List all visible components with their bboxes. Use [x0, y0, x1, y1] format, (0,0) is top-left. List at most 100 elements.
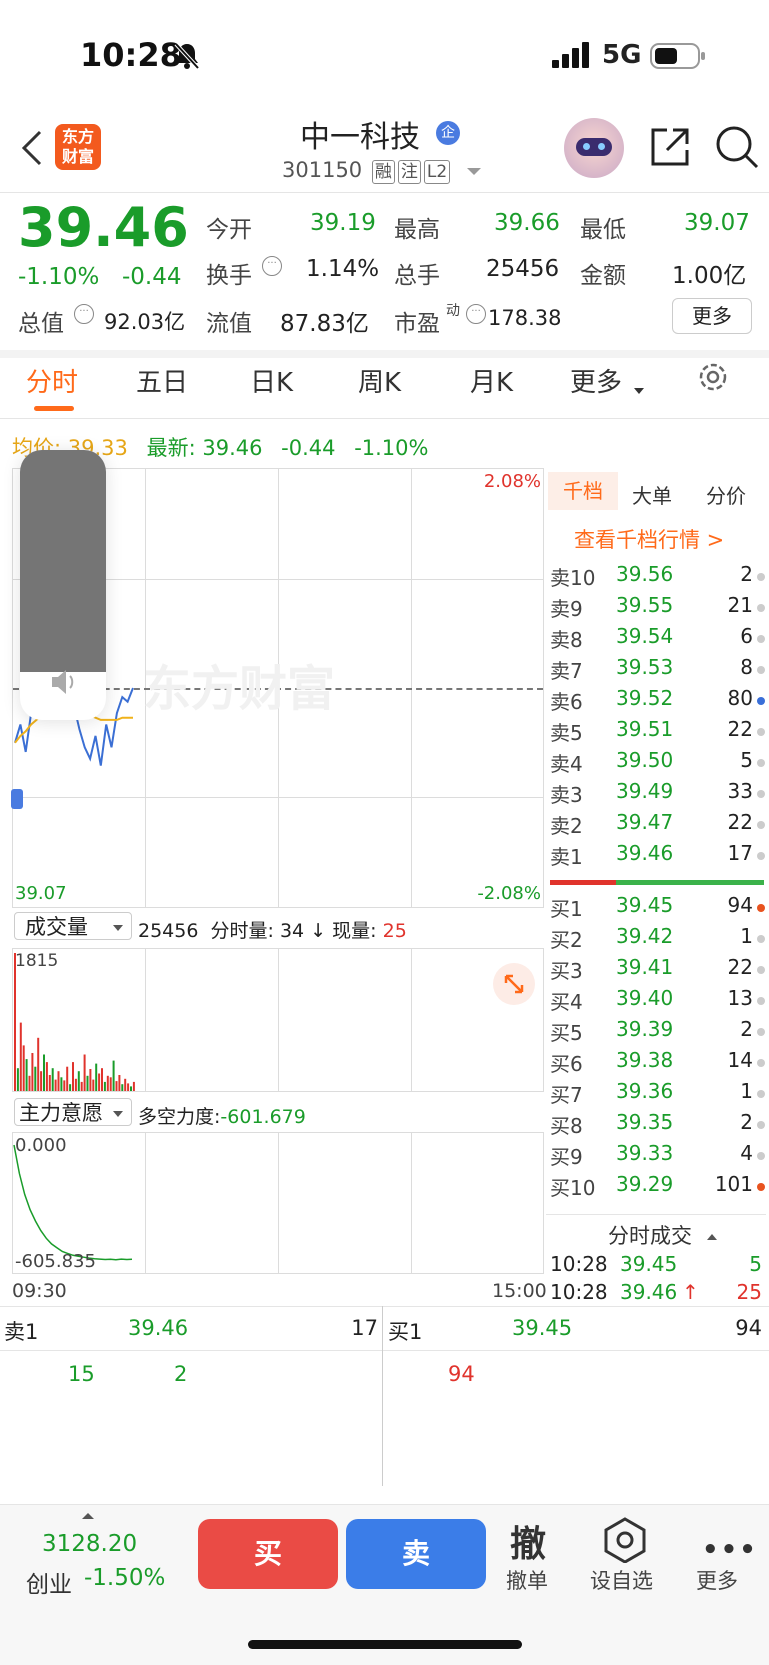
pe-sup: 动: [446, 303, 460, 319]
watchlist-label[interactable]: 设自选: [590, 1565, 653, 1595]
bid-label: 买6: [550, 1052, 583, 1076]
volume-bar: [74, 1078, 77, 1091]
dot-icon: [757, 904, 765, 912]
ask-qty: 8: [740, 655, 753, 679]
settings-gear-icon[interactable]: [696, 360, 730, 401]
trade-qty: 5: [749, 1252, 762, 1276]
tab-more[interactable]: 更多: [570, 362, 622, 399]
orderbook-tabs: 千档 大单 分价: [548, 472, 766, 510]
tab-thousand-level[interactable]: 千档: [548, 472, 618, 510]
home-indicator: [248, 1640, 522, 1649]
dot-icon: [757, 759, 765, 767]
stock-code-line[interactable]: 301150 融注 L2: [282, 158, 481, 184]
ask-part: 2: [174, 1362, 188, 1386]
ratio-bar: [550, 880, 764, 885]
info-dots-icon[interactable]: ···: [262, 256, 282, 276]
sell-button[interactable]: 卖: [346, 1519, 486, 1589]
trades-title[interactable]: 分时成交: [608, 1220, 717, 1250]
watchlist-icon[interactable]: [602, 1517, 648, 1567]
tab-five-day[interactable]: 五日: [136, 362, 188, 399]
ask-qty: 33: [727, 779, 753, 803]
ask-row[interactable]: 卖3 39.49 33: [550, 779, 765, 810]
view-thousand-link[interactable]: 查看千档行情 >: [574, 524, 724, 554]
dot-icon: [757, 966, 765, 974]
cancel-order-label[interactable]: 撤单: [506, 1565, 548, 1595]
pe-label: 市盈: [394, 311, 440, 337]
info-dots-icon[interactable]: ···: [466, 304, 486, 324]
ask-row[interactable]: 卖6 39.52 80: [550, 686, 765, 717]
ask-qty: 5: [740, 748, 753, 772]
index-ticker[interactable]: 3128.20 创业 -1.50%: [22, 1505, 182, 1615]
bid-qty: 14: [727, 1048, 753, 1072]
ask-row[interactable]: 卖10 39.56 2: [550, 562, 765, 593]
volume-selector[interactable]: 成交量: [14, 912, 132, 940]
bid-row[interactable]: 买9 39.33 4: [550, 1141, 765, 1172]
volume-bar: [109, 1077, 112, 1091]
ask-price: 39.46: [616, 841, 674, 865]
robot-avatar-icon[interactable]: [564, 118, 624, 178]
dot-icon: [757, 852, 765, 860]
dot-icon: [757, 635, 765, 643]
tab-week-k[interactable]: 周K: [358, 362, 401, 399]
bid-qty: 13: [727, 986, 753, 1010]
volume-bar: [72, 1062, 74, 1091]
tab-month-k[interactable]: 月K: [470, 362, 513, 399]
ask-qty: 21: [727, 593, 753, 617]
bid-row[interactable]: 买6 39.38 14: [550, 1048, 765, 1079]
dot-icon: [757, 604, 765, 612]
tab-big-order[interactable]: 大单: [632, 480, 672, 509]
float-cap-label: 流值: [206, 311, 252, 337]
tab-day-k[interactable]: 日K: [250, 362, 293, 399]
dot-icon: [757, 728, 765, 736]
bid-qty: 101: [714, 1172, 753, 1196]
intent-chart[interactable]: 0.000 -605.835: [12, 1132, 544, 1274]
tab-price-dist[interactable]: 分价: [706, 480, 746, 509]
ask-label: 卖5: [550, 721, 583, 745]
ask-row[interactable]: 卖2 39.47 22: [550, 810, 765, 841]
expand-icon[interactable]: [493, 963, 535, 1005]
bid-row[interactable]: 买2 39.42 1: [550, 924, 765, 955]
bid-label: 买8: [550, 1114, 583, 1138]
trade-time: 10:28: [550, 1252, 608, 1276]
volume-max-label: 1815: [15, 951, 59, 971]
intent-strength-label: 多空力度:: [138, 1106, 221, 1128]
volume-bar: [25, 1059, 28, 1091]
cancel-order-icon[interactable]: 撤: [510, 1515, 546, 1567]
bottom-ask: 卖1 39.46 17: [0, 1316, 382, 1346]
ask-row[interactable]: 卖1 39.46 17: [550, 841, 765, 872]
ask-row[interactable]: 卖4 39.50 5: [550, 748, 765, 779]
tab-intraday[interactable]: 分时: [26, 362, 78, 399]
bid-row[interactable]: 买7 39.36 1: [550, 1079, 765, 1110]
info-dots-icon[interactable]: ···: [74, 304, 94, 324]
ask-row[interactable]: 卖9 39.55 21: [550, 593, 765, 624]
stock-title[interactable]: 中一科技: [300, 112, 420, 156]
volume-bar: [60, 1077, 63, 1091]
bid-part: 94: [448, 1362, 475, 1386]
more-quote-button[interactable]: 更多: [672, 298, 752, 334]
ask-label: 卖10: [550, 566, 596, 590]
trade-row: 10:28 39.45 5: [550, 1252, 764, 1276]
ask-label: 卖9: [550, 597, 583, 621]
bid-row[interactable]: 买3 39.41 22: [550, 955, 765, 986]
bid-row[interactable]: 买5 39.39 2: [550, 1017, 765, 1048]
bid-row[interactable]: 买10 39.29 101: [550, 1172, 765, 1203]
bid-row[interactable]: 买1 39.45 94: [550, 893, 765, 924]
volume-chart[interactable]: 1815: [12, 948, 544, 1092]
change-percent: -1.10%: [18, 264, 100, 290]
more-dots-icon[interactable]: •••: [702, 1535, 758, 1565]
search-icon[interactable]: [714, 124, 760, 174]
share-icon[interactable]: [649, 126, 691, 172]
now-volume-label: 现量:: [332, 920, 377, 942]
volume-label: 总手: [394, 263, 440, 289]
more-label[interactable]: 更多: [696, 1565, 738, 1595]
ask-row[interactable]: 卖7 39.53 8: [550, 655, 765, 686]
ask-row[interactable]: 卖5 39.51 22: [550, 717, 765, 748]
buy-button[interactable]: 买: [198, 1519, 338, 1589]
bid-price: 39.33: [616, 1141, 674, 1165]
bid-row[interactable]: 买4 39.40 13: [550, 986, 765, 1017]
intent-selector[interactable]: 主力意愿: [14, 1098, 132, 1126]
ask-row[interactable]: 卖8 39.54 6: [550, 624, 765, 655]
bid-row[interactable]: 买8 39.35 2: [550, 1110, 765, 1141]
back-icon[interactable]: [18, 128, 44, 172]
bottom-bid-qty: 94: [735, 1316, 762, 1340]
